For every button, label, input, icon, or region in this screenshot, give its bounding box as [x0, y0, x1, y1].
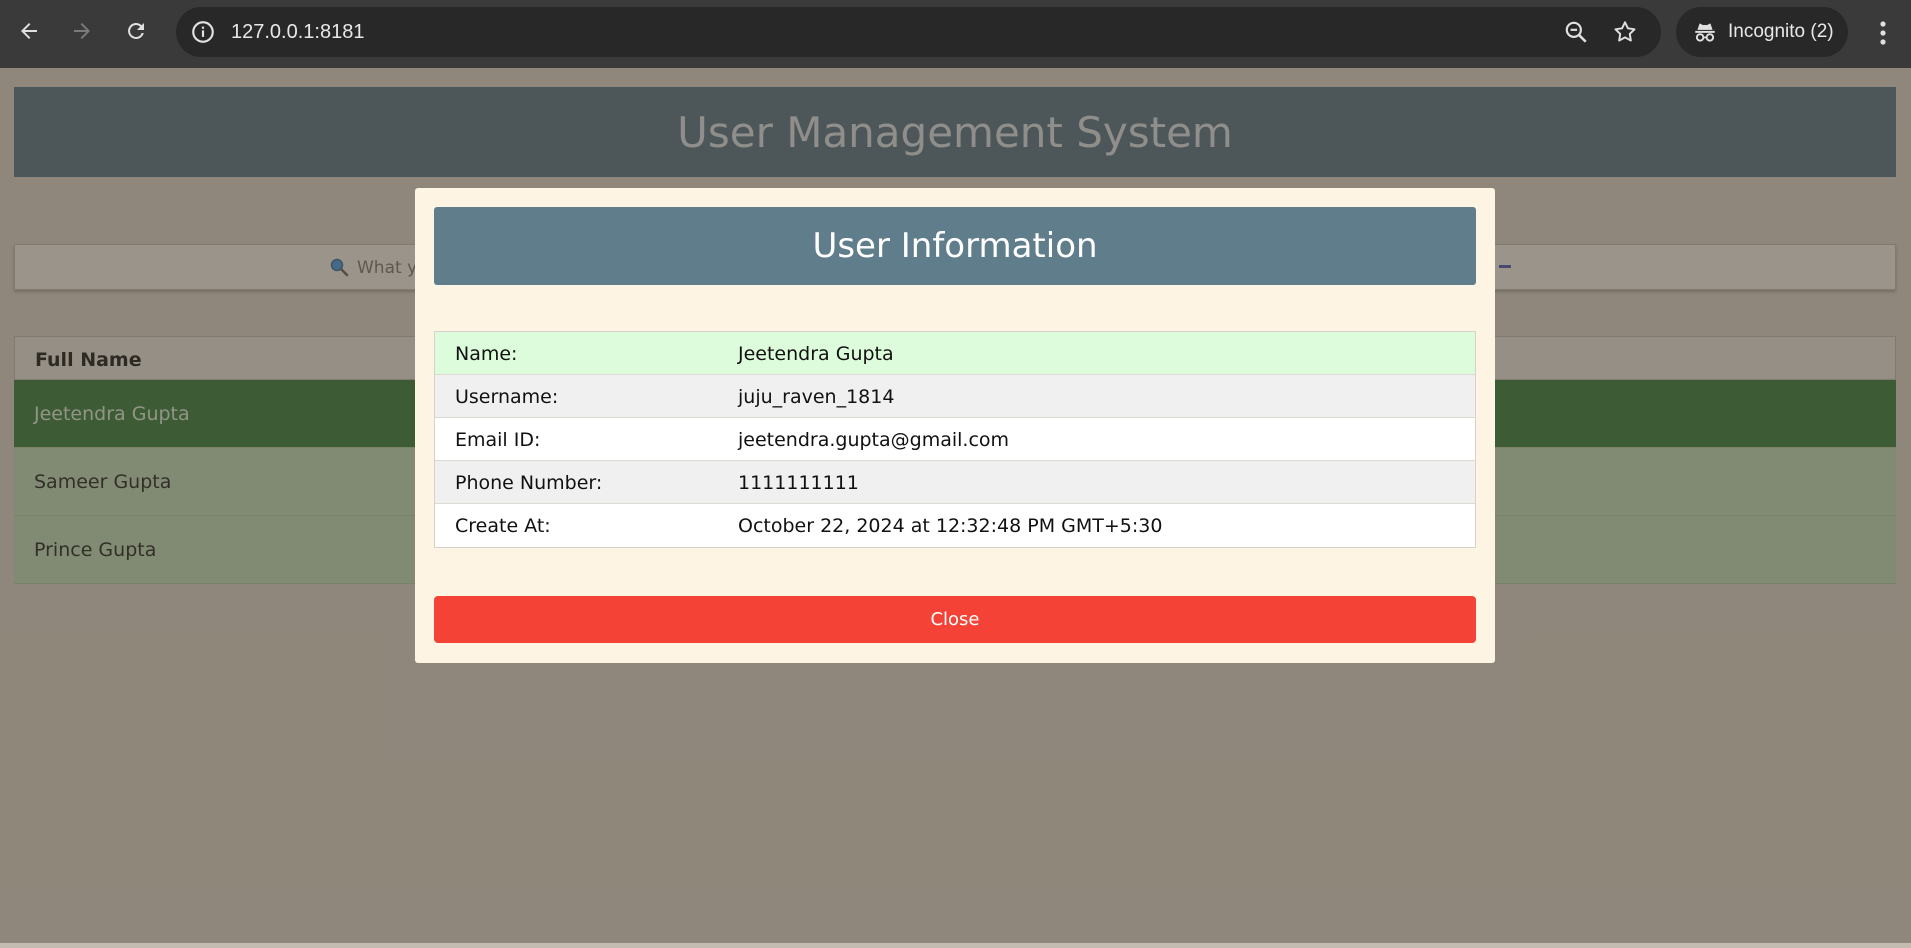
info-row-name: Name: Jeetendra Gupta [435, 332, 1475, 375]
browser-toolbar: 127.0.0.1:8181 Incognito (2) [0, 0, 1911, 68]
info-label: Name: [455, 343, 518, 365]
incognito-indicator[interactable]: Incognito (2) [1676, 7, 1848, 57]
modal-header: User Information [434, 207, 1476, 285]
info-row-username: Username: juju_raven_1814 [435, 375, 1475, 418]
info-value: 1111111111 [738, 472, 859, 494]
info-value: Jeetendra Gupta [738, 343, 894, 365]
zoom-icon[interactable] [1563, 19, 1589, 45]
reload-icon [128, 22, 144, 39]
address-bar[interactable]: 127.0.0.1:8181 [176, 7, 1661, 57]
star-icon[interactable] [1612, 19, 1638, 45]
forward-icon [74, 23, 90, 39]
info-label: Phone Number: [455, 472, 603, 494]
close-button[interactable]: Close [434, 596, 1476, 643]
info-value: jeetendra.gupta@gmail.com [738, 429, 1010, 451]
menu-icon[interactable] [1870, 18, 1896, 48]
info-icon[interactable] [190, 19, 216, 45]
back-button[interactable] [14, 16, 44, 46]
incognito-label: Incognito (2) [1728, 21, 1834, 42]
url-text[interactable]: 127.0.0.1:8181 [231, 19, 364, 45]
reload-button[interactable] [121, 16, 151, 46]
user-info-table: Name: Jeetendra Gupta Username: juju_rav… [434, 331, 1476, 548]
info-row-email: Email ID: jeetendra.gupta@gmail.com [435, 418, 1475, 461]
incognito-icon [1695, 23, 1715, 42]
user-info-modal: User Information Name: Jeetendra Gupta U… [415, 188, 1495, 663]
info-label: Create At: [455, 515, 551, 537]
info-label: Username: [455, 386, 559, 408]
info-value: October 22, 2024 at 12:32:48 PM GMT+5:30 [738, 515, 1163, 537]
info-value: juju_raven_1814 [738, 386, 895, 408]
back-icon [21, 23, 37, 39]
modal-title: User Information [812, 226, 1098, 266]
info-label: Email ID: [455, 429, 541, 451]
forward-button[interactable] [67, 16, 97, 46]
info-row-phone: Phone Number: 1111111111 [435, 461, 1475, 504]
info-row-created-at: Create At: October 22, 2024 at 12:32:48 … [435, 504, 1475, 547]
